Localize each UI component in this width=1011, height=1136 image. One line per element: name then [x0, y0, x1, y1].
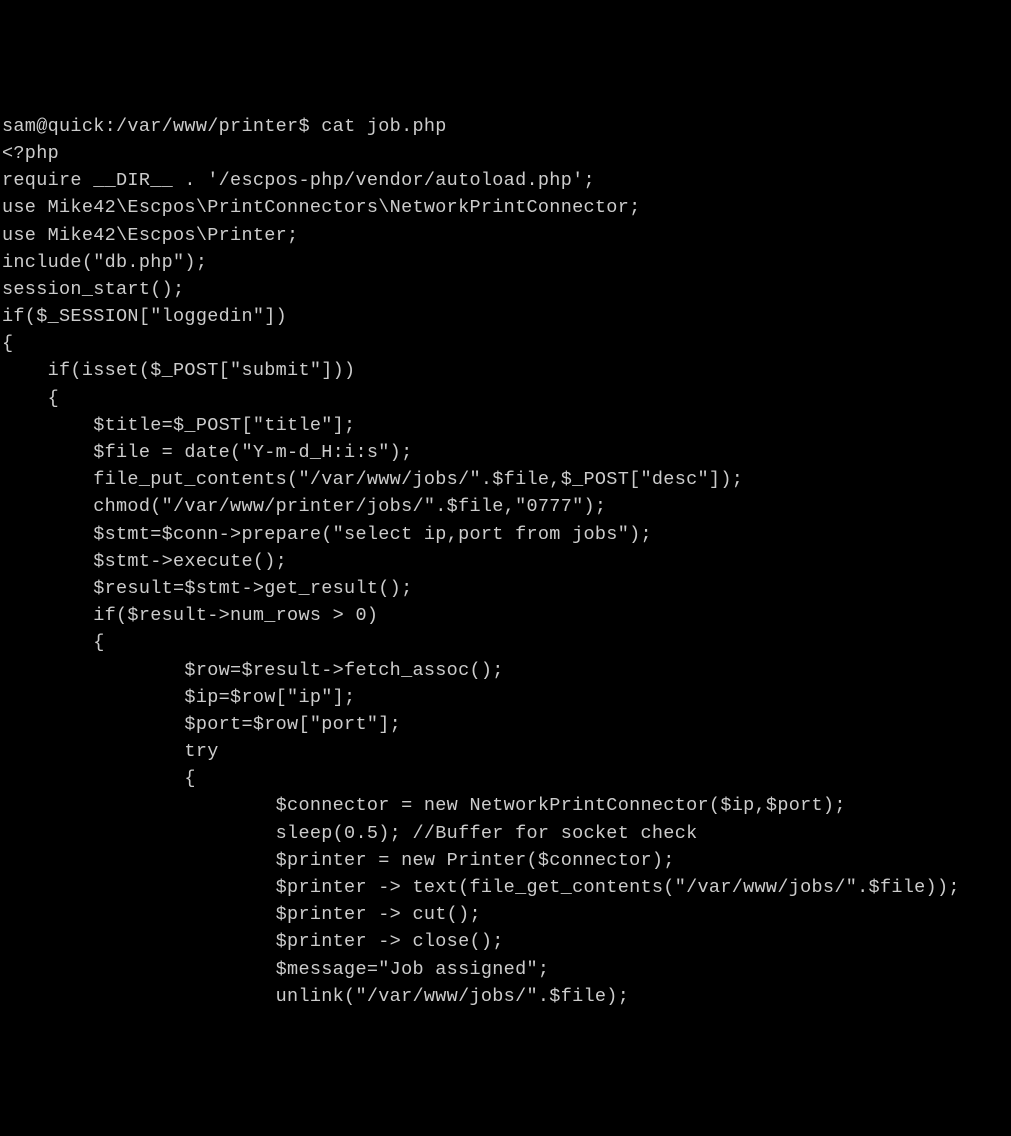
shell-prompt: sam@quick:/var/www/printer$: [2, 116, 321, 137]
code-line: try: [2, 738, 1009, 765]
code-line: $file = date("Y-m-d_H:i:s");: [2, 439, 1009, 466]
code-line: use Mike42\Escpos\PrintConnectors\Networ…: [2, 194, 1009, 221]
code-line: $stmt=$conn->prepare("select ip,port fro…: [2, 521, 1009, 548]
code-line: {: [2, 385, 1009, 412]
code-line: $printer -> close();: [2, 928, 1009, 955]
code-line: if($result->num_rows > 0): [2, 602, 1009, 629]
code-line: $result=$stmt->get_result();: [2, 575, 1009, 602]
code-line: $connector = new NetworkPrintConnector($…: [2, 792, 1009, 819]
code-line: $row=$result->fetch_assoc();: [2, 657, 1009, 684]
code-line: chmod("/var/www/printer/jobs/".$file,"07…: [2, 493, 1009, 520]
code-line: $printer = new Printer($connector);: [2, 847, 1009, 874]
code-line: $port=$row["port"];: [2, 711, 1009, 738]
code-line: if(isset($_POST["submit"])): [2, 357, 1009, 384]
code-line: if($_SESSION["loggedin"]): [2, 303, 1009, 330]
code-line: $ip=$row["ip"];: [2, 684, 1009, 711]
code-line: {: [2, 765, 1009, 792]
code-line: {: [2, 330, 1009, 357]
code-line: $title=$_POST["title"];: [2, 412, 1009, 439]
code-line: $printer -> cut();: [2, 901, 1009, 928]
code-line: sleep(0.5); //Buffer for socket check: [2, 820, 1009, 847]
command-line: sam@quick:/var/www/printer$ cat job.php: [2, 113, 1009, 140]
code-line: require __DIR__ . '/escpos-php/vendor/au…: [2, 167, 1009, 194]
code-line: include("db.php");: [2, 249, 1009, 276]
code-line: file_put_contents("/var/www/jobs/".$file…: [2, 466, 1009, 493]
terminal-output: <?phprequire __DIR__ . '/escpos-php/vend…: [2, 140, 1009, 1010]
code-line: <?php: [2, 140, 1009, 167]
shell-command: cat job.php: [321, 116, 446, 137]
terminal-window[interactable]: sam@quick:/var/www/printer$ cat job.php<…: [2, 113, 1009, 1000]
code-line: $printer -> text(file_get_contents("/var…: [2, 874, 1009, 901]
code-line: session_start();: [2, 276, 1009, 303]
code-line: $stmt->execute();: [2, 548, 1009, 575]
code-line: use Mike42\Escpos\Printer;: [2, 222, 1009, 249]
code-line: {: [2, 629, 1009, 656]
code-line: unlink("/var/www/jobs/".$file);: [2, 983, 1009, 1010]
code-line: $message="Job assigned";: [2, 956, 1009, 983]
